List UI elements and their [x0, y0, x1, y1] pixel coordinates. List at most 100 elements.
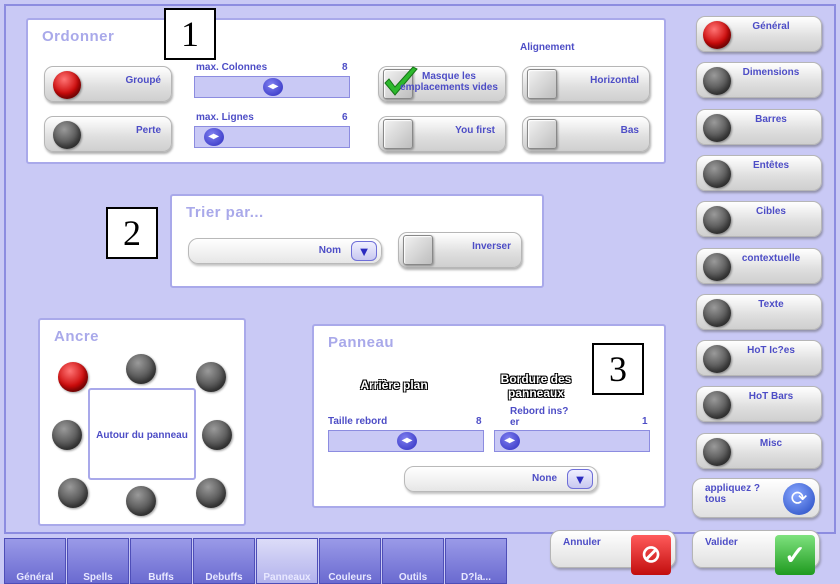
sidebar-item[interactable]: HoT Bars — [696, 386, 822, 423]
sidebar-item-label: Cibles — [755, 206, 786, 218]
border-style-value: None — [532, 473, 557, 484]
rebord-inser-label: Rebord ins?er — [510, 406, 569, 428]
tab-label: Debuffs — [205, 572, 243, 583]
max-colonnes-label: max. Colonnes — [196, 62, 268, 73]
apply-all-button[interactable]: appliquez ?tous ⟳ — [692, 478, 820, 518]
anchor-left[interactable] — [52, 420, 82, 450]
sidebar-item-label: HoT Ic?es — [747, 345, 795, 357]
anchor-right[interactable] — [202, 420, 232, 450]
slider-knob-icon[interactable]: ◂▸ — [263, 78, 283, 96]
sort-dropdown[interactable]: Nom ▼ — [188, 238, 382, 264]
taille-rebord-label: Taille rebord — [328, 416, 388, 427]
led-off-icon — [703, 206, 731, 235]
valider-button[interactable]: Valider ✓ — [692, 530, 820, 575]
sidebar-item[interactable]: Misc — [696, 432, 822, 469]
panneau-title: Panneau — [328, 334, 395, 351]
masque-label: Masque les emplacements vides — [400, 71, 498, 93]
led-off-icon — [703, 345, 731, 374]
sidebar-item[interactable]: HoT Ic?es — [696, 340, 822, 377]
sidebar-item-label: contextuelle — [741, 252, 801, 264]
tab-label: Couleurs — [328, 572, 372, 583]
anchor-topleft[interactable] — [58, 362, 88, 392]
checkbox-icon — [383, 119, 413, 149]
chevron-down-icon[interactable]: ▼ — [351, 241, 377, 261]
led-off-icon — [703, 113, 731, 142]
led-off-icon — [703, 437, 731, 466]
anchor-bottom[interactable] — [126, 486, 156, 516]
checkbox-icon — [527, 119, 557, 149]
taille-rebord-slider[interactable]: ◂▸ — [328, 430, 484, 452]
tab[interactable]: Debuffs — [193, 538, 255, 584]
tab[interactable]: Général — [4, 538, 66, 584]
annuler-label: Annuler — [563, 537, 601, 548]
ordonner-panel: Ordonner Alignement Groupé Perte max. Co… — [26, 18, 666, 164]
perte-toggle[interactable]: Perte — [44, 116, 172, 152]
sidebar-item-label: Barres — [755, 113, 787, 125]
ancre-panel: Ancre Autour du panneau — [38, 318, 246, 526]
sidebar-item-label: Entêtes — [752, 159, 790, 171]
tab[interactable]: Spells — [67, 538, 129, 584]
inverser-toggle[interactable]: Inverser — [398, 232, 522, 268]
sidebar-item-label: Misc — [759, 437, 783, 449]
led-off-icon — [53, 121, 81, 149]
max-lignes-slider[interactable]: ◂▸ — [194, 126, 350, 148]
tab[interactable]: Outils — [382, 538, 444, 584]
bordure-button[interactable]: Bordure des panneaux — [486, 372, 586, 400]
you-first-toggle[interactable]: You first — [378, 116, 506, 152]
anchor-bottomright[interactable] — [196, 478, 226, 508]
you-first-label: You first — [455, 125, 495, 136]
cancel-icon: ⊘ — [631, 535, 671, 575]
groupe-toggle[interactable]: Groupé — [44, 66, 172, 102]
tab-label: Outils — [398, 572, 428, 583]
bas-toggle[interactable]: Bas — [522, 116, 650, 152]
alignement-label: Alignement — [520, 42, 575, 53]
tab[interactable]: D?la... — [445, 538, 507, 584]
max-colonnes-slider[interactable]: ◂▸ — [194, 76, 350, 98]
led-on-icon — [53, 71, 81, 99]
horizontal-toggle[interactable]: Horizontal — [522, 66, 650, 102]
tab[interactable]: Panneaux — [256, 538, 318, 584]
marker-2: 2 — [106, 207, 158, 259]
sidebar-item[interactable]: Entêtes — [696, 154, 822, 191]
refresh-icon: ⟳ — [783, 483, 815, 515]
anchor-topright[interactable] — [196, 362, 226, 392]
sidebar-item[interactable]: Dimensions — [696, 62, 822, 99]
led-on-icon — [703, 21, 731, 49]
sidebar-item[interactable]: Général — [696, 16, 822, 52]
rebord-inser-slider[interactable]: ◂▸ — [494, 430, 650, 452]
slider-knob-icon[interactable]: ◂▸ — [397, 432, 417, 450]
border-style-dropdown[interactable]: None ▼ — [404, 466, 598, 492]
anchor-center-label: Autour du panneau — [96, 430, 188, 441]
apply-all-label: appliquez ?tous — [705, 483, 760, 505]
marker-3: 3 — [592, 343, 644, 395]
chevron-down-icon[interactable]: ▼ — [567, 469, 593, 489]
sidebar-item[interactable]: Texte — [696, 293, 822, 330]
led-off-icon — [703, 391, 731, 420]
max-lignes-value: 6 — [342, 112, 348, 123]
taille-rebord-value: 8 — [476, 416, 482, 427]
sidebar-item[interactable]: Cibles — [696, 201, 822, 238]
annuler-button[interactable]: Annuler ⊘ — [550, 530, 676, 575]
tab-label: Général — [16, 572, 54, 583]
slider-knob-icon[interactable]: ◂▸ — [203, 128, 224, 146]
slider-knob-icon[interactable]: ◂▸ — [499, 432, 520, 450]
led-off-icon — [703, 298, 731, 327]
anchor-bottomleft[interactable] — [58, 478, 88, 508]
anchor-top[interactable] — [126, 354, 156, 384]
arriere-plan-button[interactable]: Arrière plan — [344, 378, 444, 392]
bas-label: Bas — [620, 125, 639, 136]
max-colonnes-value: 8 — [342, 62, 348, 73]
sidebar-item-label: Général — [752, 21, 790, 32]
trier-panel: Trier par... Nom ▼ Inverser — [170, 194, 544, 288]
check-icon: ✓ — [775, 535, 815, 575]
tab[interactable]: Couleurs — [319, 538, 381, 584]
led-off-icon — [703, 252, 731, 281]
sidebar-item[interactable]: Barres — [696, 108, 822, 145]
horizontal-label: Horizontal — [590, 75, 639, 86]
sidebar-item-label: Texte — [758, 298, 784, 310]
tab[interactable]: Buffs — [130, 538, 192, 584]
sidebar-item[interactable]: contextuelle — [696, 247, 822, 284]
perte-label: Perte — [135, 125, 161, 136]
masque-toggle[interactable]: Masque les emplacements vides — [378, 66, 506, 102]
led-off-icon — [703, 67, 731, 96]
